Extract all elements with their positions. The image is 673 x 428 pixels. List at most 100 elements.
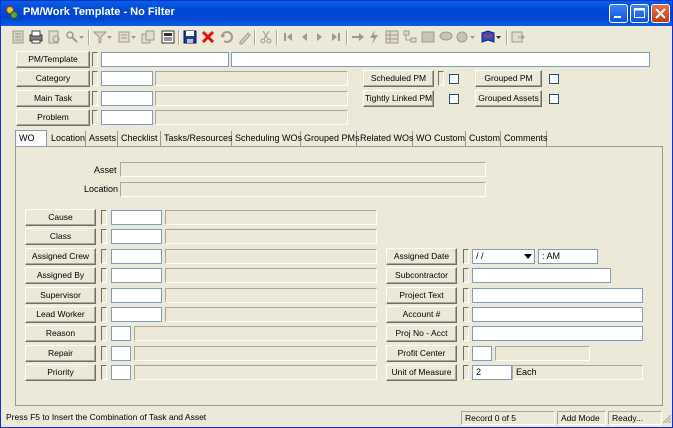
exit-icon[interactable] <box>510 29 526 45</box>
minimize-button[interactable] <box>609 4 628 23</box>
globe-dropdown-icon[interactable] <box>469 29 477 45</box>
tab-location[interactable]: Location <box>48 131 86 146</box>
supervisor-button[interactable]: Supervisor <box>25 287 96 304</box>
problem-input[interactable] <box>101 110 153 125</box>
unit-of-measure-input[interactable]: 2 <box>472 365 512 380</box>
category-button[interactable]: Category <box>16 70 90 87</box>
tightly-linked-pm-button[interactable]: Tightly Linked PM <box>363 90 434 107</box>
profit-center-button[interactable]: Profit Center <box>386 345 457 362</box>
sort-dropdown-icon[interactable] <box>130 29 138 45</box>
problem-button[interactable]: Problem <box>16 109 90 126</box>
assigned-date-button[interactable]: Assigned Date <box>386 248 457 265</box>
project-text-button[interactable]: Project Text <box>386 287 457 304</box>
supervisor-input[interactable] <box>111 288 162 303</box>
cut-icon[interactable] <box>258 29 274 45</box>
find-dropdown-icon[interactable] <box>78 29 86 45</box>
tab-assets[interactable]: Assets <box>86 131 118 146</box>
filter-dropdown-icon[interactable] <box>106 29 114 45</box>
tab-checklist[interactable]: Checklist <box>118 131 161 146</box>
assigned-crew-input[interactable] <box>111 249 162 264</box>
field-grip[interactable] <box>101 288 107 303</box>
assigned-by-button[interactable]: Assigned By <box>25 267 96 284</box>
comment-icon[interactable] <box>438 29 454 45</box>
resize-grip-icon[interactable] <box>662 414 672 424</box>
pm-template-button[interactable]: PM/Template <box>16 51 90 68</box>
field-grip[interactable] <box>463 288 469 303</box>
print-icon[interactable] <box>28 29 44 45</box>
field-grip[interactable] <box>101 346 107 361</box>
field-grip[interactable] <box>463 326 469 341</box>
field-grip[interactable] <box>101 249 107 264</box>
account-number-input[interactable] <box>472 307 643 322</box>
globe-icon[interactable] <box>454 29 470 45</box>
field-grip[interactable] <box>101 307 107 322</box>
assigned-by-input[interactable] <box>111 268 162 283</box>
field-grip[interactable] <box>101 268 107 283</box>
repair-input[interactable] <box>111 346 131 361</box>
grid-view-icon[interactable] <box>384 29 400 45</box>
scheduled-pm-button[interactable]: Scheduled PM <box>363 70 434 87</box>
pm-template-description-input[interactable] <box>231 52 650 67</box>
tab-tasks-resources[interactable]: Tasks/Resources <box>161 131 233 146</box>
main-task-input[interactable] <box>101 91 153 106</box>
lead-worker-button[interactable]: Lead Worker <box>25 306 96 323</box>
proj-no-acct-button[interactable]: Proj No - Acct <box>386 325 457 342</box>
book-icon[interactable] <box>480 29 496 45</box>
tab-custom[interactable]: Custom <box>466 131 501 146</box>
account-number-button[interactable]: Account # <box>386 306 457 323</box>
scheduled-pm-checkbox[interactable] <box>449 74 459 84</box>
field-grip[interactable] <box>101 210 107 225</box>
field-grip[interactable] <box>92 52 98 67</box>
field-grip[interactable] <box>92 91 98 106</box>
tightly-linked-pm-checkbox[interactable] <box>449 94 459 104</box>
category-input[interactable] <box>101 71 153 86</box>
assigned-crew-button[interactable]: Assigned Crew <box>25 248 96 265</box>
repair-button[interactable]: Repair <box>25 345 96 362</box>
tab-wo[interactable]: WO <box>15 130 47 146</box>
priority-button[interactable]: Priority <box>25 364 96 381</box>
report-icon[interactable] <box>160 29 176 45</box>
go-icon[interactable] <box>350 29 366 45</box>
subcontractor-button[interactable]: Subcontractor <box>386 267 457 284</box>
tab-grouped-pms[interactable]: Grouped PMs <box>301 131 360 146</box>
subcontractor-input[interactable] <box>472 268 611 283</box>
tab-scheduling-wos[interactable]: Scheduling WOs <box>232 131 302 146</box>
grouped-assets-button[interactable]: Grouped Assets <box>475 90 542 107</box>
delete-icon[interactable] <box>200 29 216 45</box>
class-button[interactable]: Class <box>25 228 96 245</box>
field-grip[interactable] <box>101 326 107 341</box>
grouped-pm-checkbox[interactable] <box>549 74 559 84</box>
reason-button[interactable]: Reason <box>25 325 96 342</box>
new-record-icon[interactable] <box>10 29 26 45</box>
previous-record-icon[interactable] <box>296 29 312 45</box>
reason-input[interactable] <box>111 326 131 341</box>
tab-comments[interactable]: Comments <box>501 131 548 146</box>
edit-icon[interactable] <box>236 29 252 45</box>
assigned-time-input[interactable]: : AM <box>538 249 598 264</box>
proj-no-acct-input[interactable] <box>472 326 643 341</box>
book-dropdown-icon[interactable] <box>495 29 503 45</box>
cause-input[interactable] <box>111 210 162 225</box>
project-text-input[interactable] <box>472 288 643 303</box>
lightning-icon[interactable] <box>366 29 382 45</box>
lead-worker-input[interactable] <box>111 307 162 322</box>
field-grip[interactable] <box>463 307 469 322</box>
main-task-button[interactable]: Main Task <box>16 90 90 107</box>
grouped-assets-checkbox[interactable] <box>549 94 559 104</box>
tab-related-wos[interactable]: Related WOs <box>357 131 414 146</box>
print-preview-icon[interactable] <box>46 29 62 45</box>
tab-wo-custom[interactable]: WO Custom <box>413 131 466 146</box>
field-grip[interactable] <box>463 249 469 264</box>
profit-center-input[interactable] <box>472 346 492 361</box>
chevron-down-icon[interactable] <box>524 253 532 260</box>
next-record-icon[interactable] <box>312 29 328 45</box>
field-grip[interactable] <box>463 365 469 380</box>
maximize-button[interactable] <box>630 4 649 23</box>
cause-button[interactable]: Cause <box>25 209 96 226</box>
class-input[interactable] <box>111 229 162 244</box>
undo-icon[interactable] <box>218 29 234 45</box>
field-grip[interactable] <box>101 365 107 380</box>
close-button[interactable] <box>651 4 670 23</box>
form-view-icon[interactable] <box>420 29 436 45</box>
last-record-icon[interactable] <box>328 29 344 45</box>
